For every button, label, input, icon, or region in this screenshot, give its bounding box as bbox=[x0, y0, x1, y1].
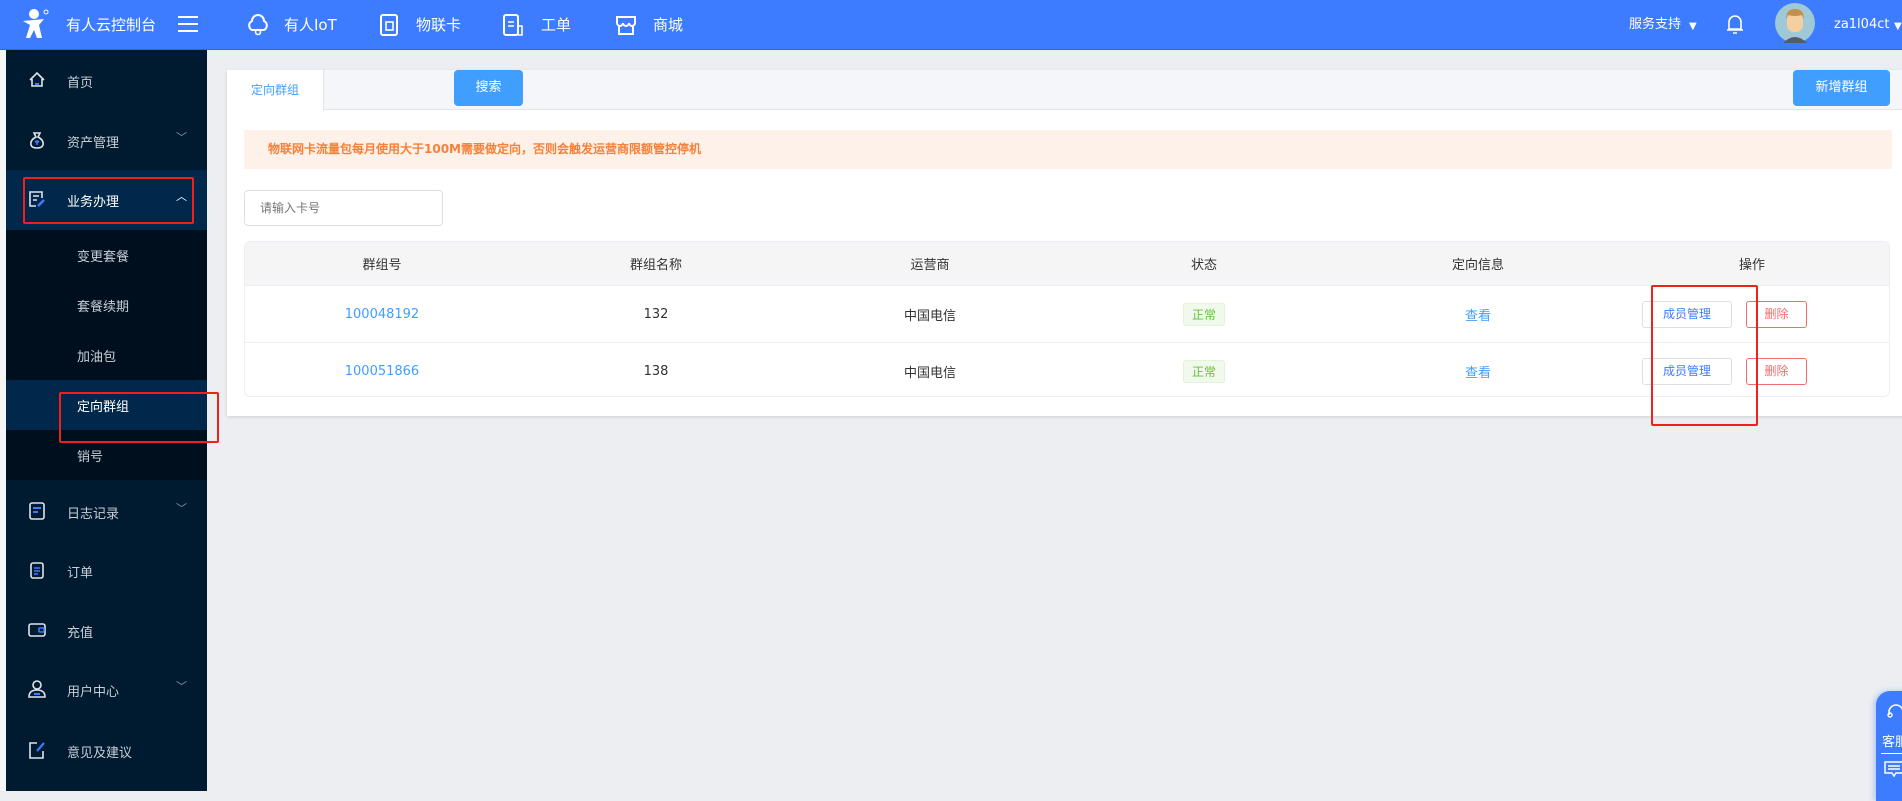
money-bag-icon bbox=[30, 132, 44, 149]
highlight-box-actions bbox=[1651, 285, 1758, 426]
group-table: 群组号 群组名称 运营商 状态 定向信息 操作 100048192 132 中国… bbox=[244, 241, 1890, 397]
ticket-icon bbox=[503, 14, 523, 36]
column-header: 运营商 bbox=[910, 258, 950, 273]
nav-label: 有人IoT bbox=[284, 16, 337, 34]
customer-service-widget[interactable]: 客服 bbox=[1876, 691, 1902, 801]
group-id-link[interactable]: 100051866 bbox=[245, 343, 519, 396]
sidebar-item-assets[interactable]: 资产管理 ﹀ bbox=[6, 111, 207, 171]
search-button[interactable]: 搜索 bbox=[454, 70, 523, 106]
home-icon bbox=[29, 71, 45, 87]
highlight-box-business bbox=[23, 177, 194, 224]
sidebar-item-recharge[interactable]: 充值 bbox=[6, 601, 207, 661]
feedback-edit-icon bbox=[29, 742, 45, 759]
message-icon bbox=[1884, 761, 1902, 778]
sidebar-item-feedback[interactable]: 意见及建议 bbox=[6, 721, 207, 781]
customer-service-label: 客服 bbox=[1882, 735, 1902, 750]
sidebar-subitem-label: 套餐续期 bbox=[77, 300, 130, 315]
nav-label: 工单 bbox=[541, 16, 572, 34]
support-dropdown[interactable]: 服务支持 ▼ bbox=[1629, 0, 1719, 50]
sidebar-item-user-center[interactable]: 用户中心 ﹀ bbox=[6, 660, 207, 720]
bell-icon[interactable] bbox=[1726, 13, 1744, 35]
cloud-icon bbox=[248, 14, 268, 36]
add-group-button[interactable]: 新增群组 bbox=[1793, 70, 1890, 106]
warning-alert: 物联网卡流量包每月使用大于100M需要做定向，否则会触发运营商限额管控停机 bbox=[244, 130, 1892, 169]
status-badge: 正常 bbox=[1182, 359, 1225, 383]
chevron-down-icon: ﹀ bbox=[176, 131, 187, 144]
nav-label: 商城 bbox=[653, 16, 684, 34]
sidebar-subitem-label: 加油包 bbox=[77, 350, 117, 365]
sidebar-item-orders[interactable]: 订单 bbox=[6, 541, 207, 601]
shop-icon bbox=[616, 16, 636, 35]
top-header: 有人云控制台 有人IoT 物联卡 工单 商城 服务支持 ▼ za1l04ct ▼ bbox=[0, 0, 1902, 50]
wallet-icon bbox=[28, 623, 46, 637]
card-number-search-input[interactable] bbox=[244, 190, 443, 226]
sidebar-subitem-renew[interactable]: 套餐续期 bbox=[6, 280, 207, 330]
sidebar-item-label: 资产管理 bbox=[67, 136, 120, 151]
divider bbox=[1881, 753, 1902, 754]
table-header: 群组号 群组名称 运营商 状态 定向信息 操作 bbox=[245, 242, 1889, 285]
nav-ticket[interactable]: 工单 bbox=[503, 0, 583, 50]
column-header: 群组号 bbox=[362, 258, 402, 273]
username: za1l04ct bbox=[1834, 17, 1890, 32]
status-badge: 正常 bbox=[1182, 302, 1225, 326]
user-menu[interactable]: za1l04ct ▼ bbox=[1834, 0, 1902, 50]
logo-icon bbox=[23, 9, 49, 38]
menu-toggle-icon[interactable] bbox=[178, 16, 198, 32]
sidebar-item-home[interactable]: 首页 bbox=[6, 51, 207, 111]
column-header: 状态 bbox=[1190, 258, 1217, 273]
sidebar-subitem-label: 变更套餐 bbox=[77, 250, 130, 265]
sidebar-subitem-change-plan[interactable]: 变更套餐 bbox=[6, 230, 207, 280]
chevron-down-icon: ﹀ bbox=[176, 680, 187, 693]
sidebar-item-logs[interactable]: 日志记录 ﹀ bbox=[6, 482, 207, 542]
user-icon bbox=[28, 680, 46, 698]
sidebar-item-label: 充值 bbox=[67, 626, 94, 641]
carrier: 中国电信 bbox=[903, 308, 956, 324]
caret-down-icon: ▼ bbox=[1894, 21, 1902, 32]
highlight-box-directed-group bbox=[59, 392, 219, 443]
column-header: 群组名称 bbox=[629, 258, 682, 273]
column-header: 定向信息 bbox=[1451, 258, 1504, 273]
table-row: 100051866 138 中国电信 正常 查看 成员管理 删除 bbox=[245, 342, 1889, 396]
carrier: 中国电信 bbox=[903, 365, 956, 381]
chevron-down-icon: ﹀ bbox=[176, 502, 187, 515]
tab-directed-group[interactable]: 定向群组 bbox=[227, 70, 324, 111]
support-label: 服务支持 bbox=[1629, 17, 1682, 32]
group-id-link[interactable]: 100048192 bbox=[245, 286, 519, 342]
table-row: 100048192 132 中国电信 正常 查看 成员管理 删除 bbox=[245, 285, 1889, 342]
log-icon bbox=[29, 502, 45, 520]
nav-sim-card[interactable]: 物联卡 bbox=[380, 0, 470, 50]
group-name: 138 bbox=[643, 363, 669, 379]
sidebar-item-label: 用户中心 bbox=[67, 685, 120, 700]
group-name: 132 bbox=[643, 306, 669, 322]
sidebar-item-label: 首页 bbox=[67, 76, 94, 91]
nav-iot[interactable]: 有人IoT bbox=[246, 0, 346, 50]
sim-card-icon bbox=[380, 14, 398, 36]
view-info-link[interactable]: 查看 bbox=[1341, 343, 1615, 396]
caret-down-icon: ▼ bbox=[1689, 21, 1697, 32]
sidebar-item-label: 订单 bbox=[67, 566, 94, 581]
sidebar-item-label: 意见及建议 bbox=[67, 746, 133, 761]
nav-label: 物联卡 bbox=[416, 16, 462, 34]
column-header: 操作 bbox=[1738, 258, 1765, 273]
sidebar-subitem-addon[interactable]: 加油包 bbox=[6, 330, 207, 380]
clipboard-icon bbox=[30, 562, 44, 579]
avatar[interactable] bbox=[1775, 3, 1815, 43]
app-title: 有人云控制台 bbox=[66, 16, 157, 34]
sidebar-subitem-label: 销号 bbox=[77, 450, 104, 465]
nav-shop[interactable]: 商城 bbox=[615, 0, 695, 50]
view-info-link[interactable]: 查看 bbox=[1341, 286, 1615, 342]
headset-icon bbox=[1887, 704, 1902, 718]
sidebar-item-label: 日志记录 bbox=[67, 507, 120, 522]
